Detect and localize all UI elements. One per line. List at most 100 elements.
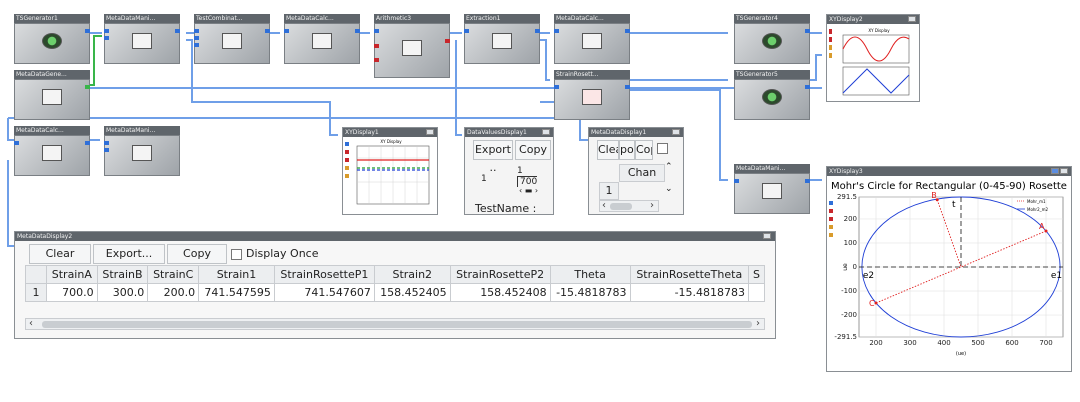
node-metadatacalc2[interactable]: MetaDataCalc... [554,14,630,64]
window-button[interactable] [426,129,434,135]
input-port[interactable] [194,29,199,33]
table-cell[interactable]: 158.452408 [449,283,551,302]
xy-display-3-panel[interactable]: XYDisplay3 Mohr's Circle for Rectangular… [826,166,1072,372]
column-header[interactable]: StrainRosetteP2 [449,265,551,284]
column-header[interactable]: StrainA [46,265,98,284]
column-header[interactable]: StrainRosetteP1 [273,265,375,284]
export-button[interactable]: Export .. [473,140,513,174]
clear-button[interactable]: Clea [597,140,619,160]
input-port[interactable] [734,179,739,183]
xy-display-2-panel[interactable]: XYDisplay2 XY Display [826,14,920,102]
export-button[interactable]: Export... [93,244,165,264]
horizontal-scrollbar[interactable]: ‹ › [599,200,659,212]
output-port[interactable] [625,85,630,89]
table-cell[interactable]: 200.0 [147,283,200,302]
input-port[interactable] [104,141,109,145]
window-button[interactable] [542,129,550,135]
scroll-arrows[interactable]: ‹ ▬ › [519,186,538,195]
clear-button[interactable]: Clear [29,244,91,264]
output-port[interactable] [805,85,810,89]
input-port[interactable] [194,36,199,40]
table-cell[interactable]: -15.4818783 [549,283,631,302]
scroll-right-icon[interactable]: › [756,319,760,329]
window-button[interactable] [672,129,680,135]
input-port[interactable] [554,85,559,89]
metadata-display-2-panel[interactable]: MetaDataDisplay2 Clear Export... Copy Di… [14,231,776,339]
window-button[interactable] [1060,168,1068,174]
scroll-left-icon[interactable]: ‹ [602,201,606,211]
output-port[interactable] [535,29,540,33]
table-cell[interactable]: -15.4818783 [629,283,750,302]
xy-display-1-panel[interactable]: XYDisplay1 XY Display [342,127,438,215]
node-strainrosette[interactable]: StrainRosett... [554,70,630,120]
node-metadatacalc1[interactable]: MetaDataCalc... [284,14,360,64]
node-metadatacalc3[interactable]: MetaDataCalc... [14,126,90,176]
input-port[interactable] [104,36,109,40]
window-button[interactable] [763,233,771,239]
copy-button[interactable]: Cop [635,140,653,160]
chevron-up-icon[interactable]: ⌃ [665,162,673,172]
input-port[interactable] [374,29,379,33]
node-tsgenerator1[interactable]: TSGenerator1 [14,14,90,64]
output-port[interactable] [805,179,810,183]
metadata-table[interactable]: StrainA StrainB StrainC Strain1 StrainRo… [25,265,765,302]
scroll-thumb[interactable] [42,321,752,328]
input-port[interactable] [284,29,289,33]
output-port[interactable] [175,29,180,33]
node-metadatamanipulator1[interactable]: MetaDataMani... [104,14,180,64]
window-button[interactable] [1051,168,1059,174]
output-port[interactable] [445,39,450,43]
column-header[interactable]: StrainB [96,265,149,284]
table-cell[interactable]: 741.547595 [198,283,275,302]
input-port[interactable] [464,29,469,33]
display-once-checkbox[interactable] [657,143,668,154]
input-port[interactable] [104,29,109,33]
output-port[interactable] [805,29,810,33]
node-tsgenerator5[interactable]: TSGenerator5 [734,70,810,120]
column-header[interactable]: Strain1 [198,265,275,284]
table-row[interactable]: 1 700.0 300.0 200.0 741.547595 741.54760… [25,283,765,302]
scroll-right-icon[interactable]: › [650,201,654,211]
input-port[interactable] [374,58,379,62]
node-tsgenerator4[interactable]: TSGenerator4 [734,14,810,64]
output-port[interactable] [355,29,360,33]
column-header[interactable]: StrainRosetteTheta [629,265,750,284]
output-port[interactable] [85,141,90,145]
node-metadatamanipulator2[interactable]: MetaDataMani... [104,126,180,176]
column-header[interactable]: Theta [549,265,631,284]
table-cell[interactable]: 741.547607 [273,283,375,302]
table-cell[interactable]: 158.452405 [373,283,451,302]
display-once-checkbox[interactable] [231,249,242,260]
panel-title: MetaDataDisplay2 [15,232,775,241]
table-cell[interactable] [748,283,765,302]
export-button[interactable]: por [619,140,635,160]
node-metadatamanipulator3[interactable]: MetaDataMani... [734,164,810,214]
input-port[interactable] [374,44,379,48]
input-port[interactable] [554,29,559,33]
output-port[interactable] [265,29,270,33]
chevron-down-icon[interactable]: ⌄ [665,184,673,194]
output-port[interactable] [625,29,630,33]
node-arithmetic3[interactable]: Arithmetic3 [374,14,450,78]
table-cell[interactable]: 300.0 [96,283,149,302]
node-extraction1[interactable]: Extraction1 [464,14,540,64]
column-header[interactable]: StrainC [147,265,200,284]
copy-button[interactable]: Copy [515,140,551,160]
node-metadatagenerator[interactable]: MetaDataGene... [14,70,90,120]
input-port[interactable] [104,148,109,152]
node-testcombination[interactable]: TestCombinat... [194,14,270,64]
table-cell[interactable]: 700.0 [46,283,98,302]
copy-button[interactable]: Copy [167,244,227,264]
input-port[interactable] [194,43,199,47]
data-values-display-1-panel[interactable]: DataValuesDisplay1 Export .. Copy 1 1 70… [464,127,554,215]
column-header[interactable]: S [748,265,765,284]
output-port[interactable] [85,85,90,89]
horizontal-scrollbar[interactable]: ‹ › [25,318,765,330]
column-header[interactable]: Strain2 [373,265,451,284]
window-button[interactable] [908,16,916,22]
input-port[interactable] [14,141,19,145]
metadata-display-1-panel[interactable]: MetaDataDisplay1 Clea por Cop Chan 1 ⌃ ⌄… [588,127,684,215]
scroll-left-icon[interactable]: ‹ [29,319,33,329]
scroll-thumb[interactable] [610,203,632,210]
output-port[interactable] [85,29,90,33]
